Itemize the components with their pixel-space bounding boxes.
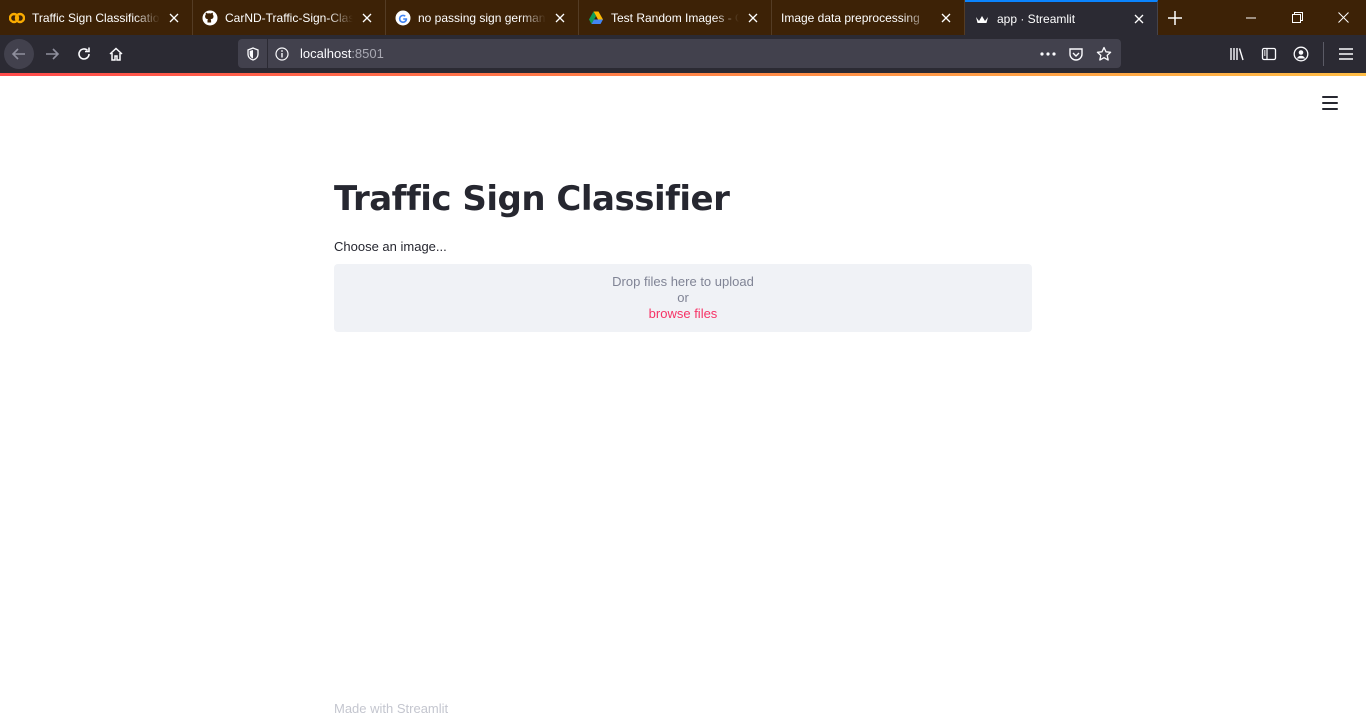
toolbar-separator: [1323, 42, 1324, 66]
address-bar[interactable]: localhost:8501: [238, 39, 1121, 68]
sidebar-icon: [1261, 47, 1277, 61]
minimize-button[interactable]: [1228, 0, 1274, 35]
tab-no-passing-sign-german[interactable]: no passing sign german: [386, 0, 579, 35]
navigation-toolbar: localhost:8501: [0, 35, 1366, 73]
close-window-button[interactable]: [1320, 0, 1366, 35]
close-icon[interactable]: [164, 8, 184, 28]
bookmark-star-icon[interactable]: [1093, 43, 1115, 65]
tab-title: Test Random Images - Google Drive: [611, 10, 739, 25]
streamlit-decoration-bar: [0, 73, 1366, 76]
menu-icon: [1339, 48, 1353, 60]
app-menu-button[interactable]: [1330, 38, 1362, 70]
home-button[interactable]: [100, 38, 132, 70]
sidebar-button[interactable]: [1253, 38, 1285, 70]
restore-button[interactable]: [1274, 0, 1320, 35]
tab-app-streamlit[interactable]: app · Streamlit: [965, 0, 1158, 35]
home-icon: [109, 47, 123, 61]
tab-title: no passing sign german: [418, 10, 546, 25]
streamlit-icon: [974, 11, 990, 27]
google-drive-icon: [588, 10, 604, 26]
browse-files-link[interactable]: browse files: [649, 306, 718, 322]
minimize-icon: [1246, 17, 1256, 18]
tab-carnd-traffic-sign-classifier[interactable]: CarND-Traffic-Sign-Classifier: [193, 0, 386, 35]
library-button[interactable]: [1221, 38, 1253, 70]
window-controls: [1228, 0, 1366, 35]
url-host: localhost: [300, 46, 352, 61]
close-icon[interactable]: [743, 8, 763, 28]
forward-button[interactable]: [36, 38, 68, 70]
tab-strip: Traffic Sign Classification CarND-Traffi…: [0, 0, 1366, 35]
tab-title: Traffic Sign Classification: [32, 10, 160, 25]
drop-instructions: Drop files here to upload: [612, 274, 754, 289]
colab-icon: [9, 10, 25, 26]
or-separator: or: [677, 290, 689, 305]
account-icon: [1293, 46, 1309, 62]
account-button[interactable]: [1285, 38, 1317, 70]
streamlit-menu-icon[interactable]: [1320, 94, 1340, 112]
close-icon[interactable]: [357, 8, 377, 28]
file-uploader-label: Choose an image...: [334, 239, 447, 254]
close-icon: [1337, 12, 1349, 23]
url-port: :8501: [351, 46, 384, 61]
back-button[interactable]: [4, 39, 34, 69]
close-icon[interactable]: [936, 8, 956, 28]
library-icon: [1230, 48, 1244, 61]
main-content: Traffic Sign Classifier Choose an image.…: [334, 176, 1032, 332]
tab-title: app · Streamlit: [997, 11, 1076, 26]
google-icon: [395, 10, 411, 26]
page-actions-icon[interactable]: [1037, 43, 1059, 65]
tab-test-random-images[interactable]: Test Random Images - Google Drive: [579, 0, 772, 35]
github-icon: [202, 10, 218, 26]
reload-button[interactable]: [68, 38, 100, 70]
footer-made-with-streamlit[interactable]: Made with Streamlit: [334, 701, 448, 716]
pocket-icon[interactable]: [1065, 43, 1087, 65]
tab-title: Image data preprocessing: [781, 10, 920, 25]
reload-icon: [78, 47, 90, 60]
new-tab-button[interactable]: [1158, 0, 1192, 35]
restore-icon: [1291, 12, 1303, 23]
shield-icon[interactable]: [238, 39, 268, 68]
plus-icon: [1168, 10, 1182, 25]
tab-image-data-preprocessing[interactable]: Image data preprocessing: [772, 0, 965, 35]
page-title: Traffic Sign Classifier: [334, 179, 730, 219]
tab-traffic-sign-classification[interactable]: Traffic Sign Classification: [0, 0, 193, 35]
file-dropzone[interactable]: Drop files here to upload or browse file…: [334, 264, 1032, 332]
info-icon[interactable]: [268, 39, 296, 68]
arrow-left-icon: [11, 48, 25, 60]
tab-title: CarND-Traffic-Sign-Classifier: [225, 10, 353, 25]
url-text: localhost:8501: [300, 46, 384, 61]
close-icon[interactable]: [1129, 9, 1149, 29]
arrow-right-icon: [46, 48, 60, 60]
close-icon[interactable]: [550, 8, 570, 28]
